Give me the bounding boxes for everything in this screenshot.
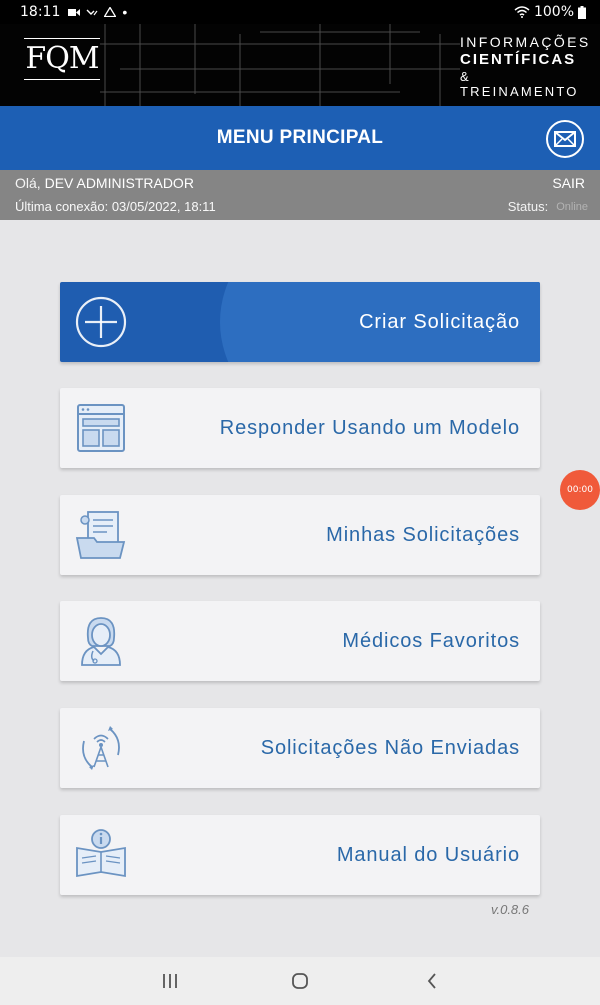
status-value: Online xyxy=(556,200,588,213)
antenna-icon xyxy=(82,726,120,770)
my-requests-button[interactable]: Minhas Solicitações xyxy=(60,495,540,575)
create-request-button[interactable]: Criar Solicitação xyxy=(60,282,540,362)
brand-header: FQM INFORMAÇÕES CIENTÍFICAS & TREINAMENT… xyxy=(0,24,600,106)
manual-book-icon xyxy=(76,829,126,878)
video-camera-icon xyxy=(68,8,81,16)
menu-header: MENU PRINCIPAL xyxy=(0,106,600,170)
my-requests-label: Minhas Solicitações xyxy=(326,524,520,546)
recent-apps-icon xyxy=(163,974,177,988)
status-bar: 18:11 • 100% xyxy=(0,0,600,24)
respond-template-button[interactable]: Responder Usando um Modelo xyxy=(60,388,540,468)
battery-percent: 100% xyxy=(533,4,574,20)
create-request-label: Criar Solicitação xyxy=(359,311,520,333)
brand-tagline: INFORMAÇÕES CIENTÍFICAS & TREINAMENTO xyxy=(460,34,591,99)
user-manual-label: Manual do Usuário xyxy=(336,844,520,866)
unsent-requests-button[interactable]: Solicitações Não Enviadas xyxy=(60,708,540,788)
android-auto-icon xyxy=(104,7,117,17)
battery-icon xyxy=(578,5,586,19)
brand-line-2: CIENTÍFICAS xyxy=(460,51,577,68)
page-title: MENU PRINCIPAL xyxy=(216,127,384,148)
recent-apps-button[interactable] xyxy=(140,957,200,1005)
missed-call-icon xyxy=(86,9,98,15)
recording-timer-button[interactable]: 00:00 xyxy=(560,470,600,510)
respond-template-label: Responder Usando um Modelo xyxy=(219,417,520,439)
greeting-prefix: Olá, xyxy=(15,175,41,191)
user-greeting: Olá, DEV ADMINISTRADOR xyxy=(15,175,194,191)
connection-status: Status: Online xyxy=(508,199,588,214)
app-version: v.0.8.6 xyxy=(490,902,529,917)
wifi-icon xyxy=(514,6,530,18)
last-connection: Última conexão: 03/05/2022, 18:11 xyxy=(15,199,216,214)
fqm-logo: FQM xyxy=(24,38,100,80)
mail-button[interactable] xyxy=(546,120,584,158)
unsent-requests-label: Solicitações Não Enviadas xyxy=(260,737,520,759)
user-manual-button[interactable]: Manual do Usuário xyxy=(60,815,540,895)
brand-line-3: & TREINAMENTO xyxy=(460,69,579,99)
status-label: Status: xyxy=(507,199,549,214)
logout-button[interactable]: SAIR xyxy=(552,175,585,191)
template-icon xyxy=(77,404,125,452)
home-button[interactable] xyxy=(270,957,330,1005)
back-button[interactable] xyxy=(402,957,462,1005)
back-icon xyxy=(427,973,436,989)
folder-documents-icon xyxy=(75,511,126,559)
dot-icon: • xyxy=(122,4,128,20)
clock: 18:11 xyxy=(20,4,61,20)
system-navigation-bar xyxy=(0,957,600,1005)
favorite-doctors-button[interactable]: Médicos Favoritos xyxy=(60,601,540,681)
plus-circle-icon xyxy=(75,296,127,348)
user-name: DEV ADMINISTRADOR xyxy=(44,175,194,191)
home-icon xyxy=(292,973,308,989)
favorite-doctors-label: Médicos Favoritos xyxy=(342,630,520,652)
envelope-icon xyxy=(554,131,576,147)
brand-line-1: INFORMAÇÕES xyxy=(460,34,591,50)
doctor-icon xyxy=(81,617,121,666)
user-info-bar: Olá, DEV ADMINISTRADOR Última conexão: 0… xyxy=(0,170,600,220)
